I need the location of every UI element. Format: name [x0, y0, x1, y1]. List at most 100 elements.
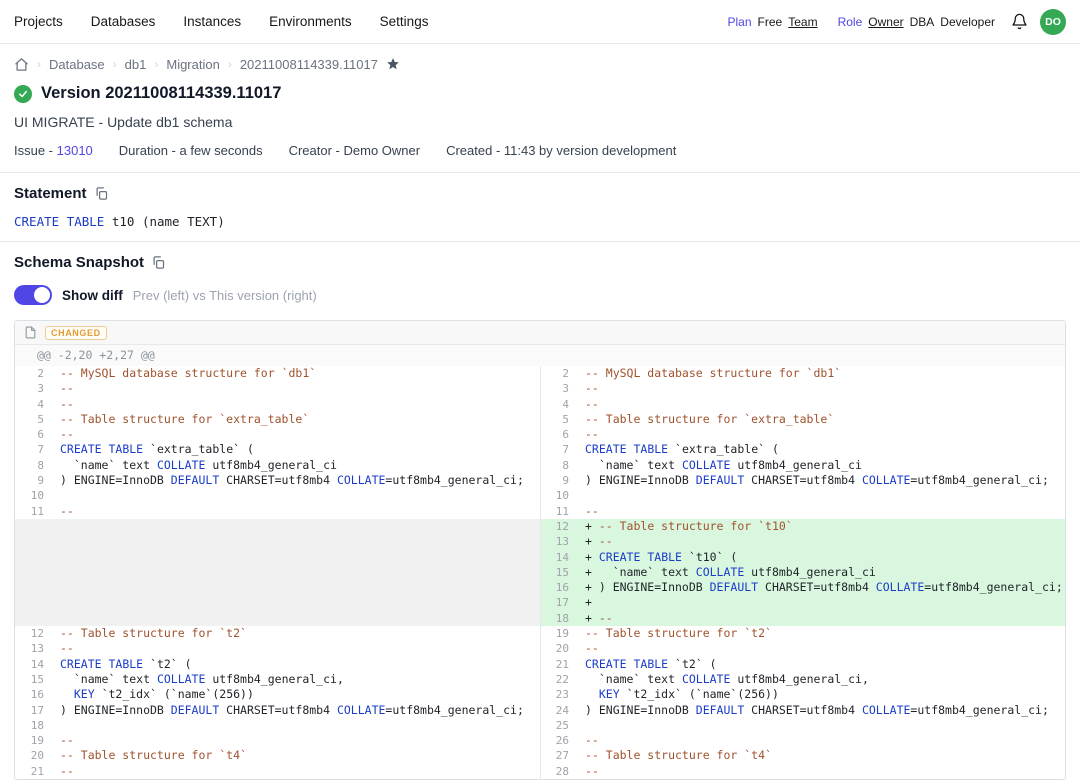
diff-line-code: -- — [53, 764, 540, 779]
meta-duration: Duration - a few seconds — [119, 143, 263, 158]
diff-line-number: 7 — [15, 442, 53, 457]
diff-line-code: -- — [578, 397, 1065, 412]
diff-line-number: 15 — [540, 565, 578, 580]
statement-section: Statement CREATE TABLE t10 (name TEXT) — [0, 173, 1080, 241]
diff-line-number: 16 — [15, 687, 53, 702]
role-developer: Developer — [940, 15, 995, 29]
nav-left: Projects Databases Instances Environment… — [14, 14, 428, 29]
copy-icon[interactable] — [94, 186, 109, 201]
diff-line-number: 3 — [15, 381, 53, 396]
nav-item-projects[interactable]: Projects — [14, 14, 63, 29]
diff-line-number: 19 — [15, 733, 53, 748]
plan-team-link[interactable]: Team — [788, 15, 817, 29]
role-owner-link[interactable]: Owner — [868, 15, 903, 29]
diff-line-code: -- — [578, 427, 1065, 442]
version-meta: Issue - 13010 Duration - a few seconds C… — [14, 143, 1066, 158]
breadcrumb-database[interactable]: Database — [49, 57, 105, 72]
nav-item-instances[interactable]: Instances — [183, 14, 241, 29]
diff-line-number: 14 — [540, 550, 578, 565]
meta-creator: Creator - Demo Owner — [289, 143, 420, 158]
meta-created: Created - 11:43 by version development — [446, 143, 676, 158]
diff-line-code: -- Table structure for `t4` — [53, 748, 540, 763]
diff-line-number: 20 — [15, 748, 53, 763]
sql-rest: t10 (name TEXT) — [104, 214, 224, 229]
diff-line-code: -- Table structure for `extra_table` — [53, 412, 540, 427]
diff-line-code: -- — [53, 397, 540, 412]
diff-line-code: + -- — [578, 534, 1065, 549]
diff-line-number: 4 — [15, 397, 53, 412]
diff-line-number: 19 — [540, 626, 578, 641]
diff-line-code — [53, 565, 540, 580]
diff-line-code: -- — [578, 381, 1065, 396]
diff-line-number: 3 — [540, 381, 578, 396]
top-nav: Projects Databases Instances Environment… — [0, 0, 1080, 44]
diff-line-code: ) ENGINE=InnoDB DEFAULT CHARSET=utf8mb4 … — [578, 703, 1065, 718]
diff-line-code: -- — [53, 641, 540, 656]
changed-badge: CHANGED — [45, 326, 107, 340]
statement-title: Statement — [14, 185, 87, 202]
diff-line-number: 6 — [15, 427, 53, 442]
diff-line-number: 11 — [15, 504, 53, 519]
diff-line-code: ) ENGINE=InnoDB DEFAULT CHARSET=utf8mb4 … — [53, 473, 540, 488]
diff-line-code: -- MySQL database structure for `db1` — [53, 366, 540, 381]
diff-line-number: 28 — [540, 764, 578, 779]
schema-snapshot-title: Schema Snapshot — [14, 254, 144, 271]
diff-panel: CHANGED @@ -2,20 +2,27 @@ 2-- MySQL data… — [14, 320, 1066, 780]
nav-right: Plan Free Team Role Owner DBA Developer … — [728, 9, 1066, 35]
breadcrumb-version[interactable]: 20211008114339.11017 — [240, 57, 378, 72]
diff-line-code: -- Table structure for `t2` — [53, 626, 540, 641]
diff-line-code: `name` text COLLATE utf8mb4_general_ci — [578, 458, 1065, 473]
nav-item-settings[interactable]: Settings — [380, 14, 429, 29]
show-diff-label: Show diff — [62, 288, 123, 303]
diff-line-number: 27 — [540, 748, 578, 763]
diff-toolbar: CHANGED — [15, 321, 1065, 345]
diff-line-code: -- Table structure for `extra_table` — [578, 412, 1065, 427]
diff-line-code: -- MySQL database structure for `db1` — [578, 366, 1065, 381]
diff-line-number: 10 — [540, 488, 578, 503]
version-heading-row: Version 20211008114339.11017 — [14, 84, 1066, 103]
page-title: Version 20211008114339.11017 — [41, 84, 281, 103]
notification-bell-icon[interactable] — [1011, 13, 1028, 30]
diff-line-code: KEY `t2_idx` (`name`(256)) — [578, 687, 1065, 702]
diff-line-number — [15, 611, 53, 626]
diff-line-number: 22 — [540, 672, 578, 687]
diff-line-number: 14 — [15, 657, 53, 672]
diff-line-number: 2 — [15, 366, 53, 381]
diff-line-code: + -- — [578, 611, 1065, 626]
diff-line-number: 15 — [15, 672, 53, 687]
diff-line-number: 18 — [15, 718, 53, 733]
diff-grid: 2-- MySQL database structure for `db1`2-… — [15, 366, 1065, 779]
diff-line-number: 7 — [540, 442, 578, 457]
diff-line-code: CREATE TABLE `extra_table` ( — [578, 442, 1065, 457]
diff-line-number: 26 — [540, 733, 578, 748]
diff-line-code — [578, 488, 1065, 503]
diff-hunk-header: @@ -2,20 +2,27 @@ — [15, 345, 1065, 366]
diff-line-code: CREATE TABLE `extra_table` ( — [53, 442, 540, 457]
user-avatar[interactable]: DO — [1040, 9, 1066, 35]
role-label: Role — [838, 15, 863, 29]
diff-line-number: 17 — [15, 703, 53, 718]
diff-line-number: 24 — [540, 703, 578, 718]
file-icon — [24, 326, 37, 339]
diff-line-number: 16 — [540, 580, 578, 595]
issue-link[interactable]: 13010 — [57, 143, 93, 158]
show-diff-toggle[interactable] — [14, 285, 52, 305]
success-check-icon — [14, 85, 32, 103]
diff-line-code: ) ENGINE=InnoDB DEFAULT CHARSET=utf8mb4 … — [578, 473, 1065, 488]
breadcrumb-migration[interactable]: Migration — [166, 57, 219, 72]
show-diff-hint: Prev (left) vs This version (right) — [133, 288, 317, 303]
diff-line-code — [53, 488, 540, 503]
page-header: › Database › db1 › Migration › 202110081… — [0, 44, 1080, 172]
diff-line-code: + CREATE TABLE `t10` ( — [578, 550, 1065, 565]
home-icon[interactable] — [14, 57, 29, 72]
diff-line-number: 9 — [540, 473, 578, 488]
nav-item-environments[interactable]: Environments — [269, 14, 352, 29]
show-diff-row: Show diff Prev (left) vs This version (r… — [14, 285, 1066, 305]
diff-line-number: 8 — [540, 458, 578, 473]
diff-line-code: -- — [53, 427, 540, 442]
breadcrumb-db1[interactable]: db1 — [125, 57, 147, 72]
favorite-star-icon[interactable] — [386, 57, 400, 71]
nav-item-databases[interactable]: Databases — [91, 14, 156, 29]
copy-icon[interactable] — [151, 255, 166, 270]
diff-line-number: 5 — [540, 412, 578, 427]
